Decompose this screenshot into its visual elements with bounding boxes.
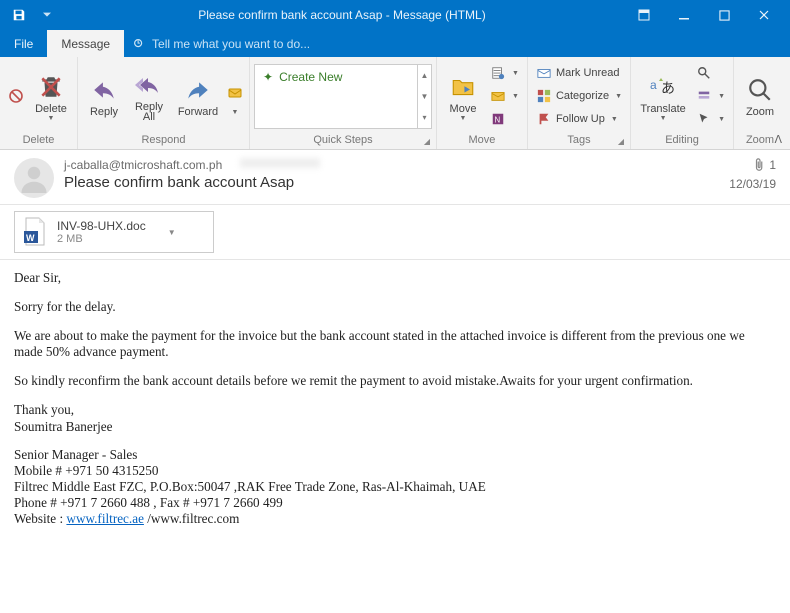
body-paragraph: Thank you,Soumitra Banerjee bbox=[14, 402, 776, 434]
ignore-button[interactable] bbox=[4, 78, 28, 114]
qat-customize-icon[interactable] bbox=[34, 2, 60, 28]
group-quick-steps: ✦Create New ▲ ▼ ▾ Quick Steps◢ bbox=[250, 57, 437, 149]
reply-button[interactable]: Reply bbox=[82, 72, 126, 120]
window-title: Please confirm bank account Asap - Messa… bbox=[60, 8, 624, 22]
group-label-editing: Editing bbox=[635, 133, 729, 147]
email-subject: Please confirm bank account Asap bbox=[64, 174, 719, 191]
group-respond: Reply Reply All Forward ▼ Respond bbox=[78, 57, 250, 149]
group-label-quick-steps: Quick Steps◢ bbox=[254, 133, 432, 147]
body-paragraph: Sorry for the delay. bbox=[14, 299, 776, 315]
collapse-ribbon-icon[interactable]: ᐱ bbox=[772, 131, 784, 148]
svg-text:あ: あ bbox=[661, 80, 675, 96]
group-label-move: Move bbox=[441, 133, 523, 147]
zoom-button[interactable]: Zoom bbox=[738, 72, 782, 120]
body-paragraph: We are about to make the payment for the… bbox=[14, 328, 776, 360]
related-button[interactable]: ▼ bbox=[692, 85, 729, 107]
ribbon-tabs: File Message Tell me what you want to do… bbox=[0, 30, 790, 57]
group-tags: Mark Unread Categorize▼ Follow Up▼ Tags◢ bbox=[528, 57, 631, 149]
website-link[interactable]: www.filtrec.ae bbox=[66, 511, 144, 526]
tags-launcher-icon[interactable]: ◢ bbox=[618, 137, 624, 146]
tell-me-placeholder: Tell me what you want to do... bbox=[152, 37, 310, 51]
save-icon[interactable] bbox=[6, 2, 32, 28]
rules-button[interactable]: ▼ bbox=[486, 62, 523, 84]
close-icon[interactable] bbox=[744, 0, 784, 30]
find-button[interactable] bbox=[692, 62, 729, 84]
svg-text:a: a bbox=[650, 78, 657, 92]
quick-steps-more-icon[interactable]: ▾ bbox=[418, 107, 431, 128]
title-bar: Please confirm bank account Asap - Messa… bbox=[0, 0, 790, 30]
email-body: Dear Sir, Sorry for the delay. We are ab… bbox=[0, 260, 790, 550]
move-button[interactable]: Move ▼ bbox=[441, 69, 485, 124]
attachment-indicator: 1 bbox=[755, 158, 776, 172]
tab-message[interactable]: Message bbox=[47, 30, 124, 57]
mark-unread-button[interactable]: Mark Unread bbox=[532, 62, 626, 84]
quick-steps-up-icon[interactable]: ▲ bbox=[418, 65, 431, 86]
maximize-icon[interactable] bbox=[704, 0, 744, 30]
attachment-name: INV-98-UHX.doc bbox=[57, 219, 146, 233]
attachment-item[interactable]: W INV-98-UHX.doc 2 MB ▼ bbox=[14, 211, 214, 253]
svg-text:N: N bbox=[495, 116, 501, 125]
quick-steps-down-icon[interactable]: ▼ bbox=[418, 86, 431, 107]
actions-button[interactable]: ▼ bbox=[486, 85, 523, 107]
email-from: j-caballa@tmicroshaft.com.ph bbox=[64, 158, 222, 172]
group-move: Move ▼ ▼ ▼ N Move bbox=[437, 57, 528, 149]
group-delete: Delete ▼ Delete bbox=[0, 57, 78, 149]
quick-access-toolbar bbox=[6, 2, 60, 28]
avatar bbox=[14, 158, 54, 198]
group-editing: aあ Translate ▼ ▼ ▼ Editing bbox=[631, 57, 734, 149]
tell-me-search[interactable]: Tell me what you want to do... bbox=[124, 30, 790, 57]
body-signature: Senior Manager - Sales Mobile # +971 50 … bbox=[14, 447, 776, 527]
attachment-menu-icon[interactable]: ▼ bbox=[168, 228, 176, 237]
quick-steps-launcher-icon[interactable]: ◢ bbox=[424, 137, 430, 146]
email-to-blurred bbox=[240, 158, 320, 168]
attachment-size: 2 MB bbox=[57, 233, 146, 245]
respond-more-button[interactable]: ▼ bbox=[225, 75, 245, 118]
ribbon: Delete ▼ Delete Reply Reply All Forward … bbox=[0, 57, 790, 150]
doc-file-icon: W bbox=[21, 216, 49, 248]
body-paragraph: Dear Sir, bbox=[14, 270, 776, 286]
attachment-strip: W INV-98-UHX.doc 2 MB ▼ bbox=[0, 205, 790, 260]
select-button[interactable]: ▼ bbox=[692, 108, 729, 130]
svg-text:W: W bbox=[26, 233, 35, 243]
follow-up-button[interactable]: Follow Up▼ bbox=[532, 108, 626, 130]
email-header: j-caballa@tmicroshaft.com.ph Please conf… bbox=[0, 150, 790, 205]
quick-steps-gallery[interactable]: ✦Create New ▲ ▼ ▾ bbox=[254, 64, 432, 129]
group-label-tags: Tags◢ bbox=[532, 133, 626, 147]
window-controls bbox=[624, 0, 784, 30]
email-date: 12/03/19 bbox=[729, 177, 776, 191]
onenote-button[interactable]: N bbox=[486, 108, 523, 130]
translate-button[interactable]: aあ Translate ▼ bbox=[635, 69, 691, 124]
delete-button[interactable]: Delete ▼ bbox=[29, 69, 73, 124]
group-label-respond: Respond bbox=[82, 133, 245, 147]
tab-file[interactable]: File bbox=[0, 30, 47, 57]
quick-step-create-new[interactable]: ✦Create New bbox=[255, 65, 431, 89]
reply-all-button[interactable]: Reply All bbox=[127, 67, 171, 125]
paperclip-icon bbox=[755, 158, 765, 172]
minimize-icon[interactable] bbox=[664, 0, 704, 30]
group-label-delete: Delete bbox=[4, 133, 73, 147]
forward-button[interactable]: Forward bbox=[172, 72, 224, 120]
body-paragraph: So kindly reconfirm the bank account det… bbox=[14, 373, 776, 389]
ribbon-display-icon[interactable] bbox=[624, 0, 664, 30]
categorize-button[interactable]: Categorize▼ bbox=[532, 85, 626, 107]
